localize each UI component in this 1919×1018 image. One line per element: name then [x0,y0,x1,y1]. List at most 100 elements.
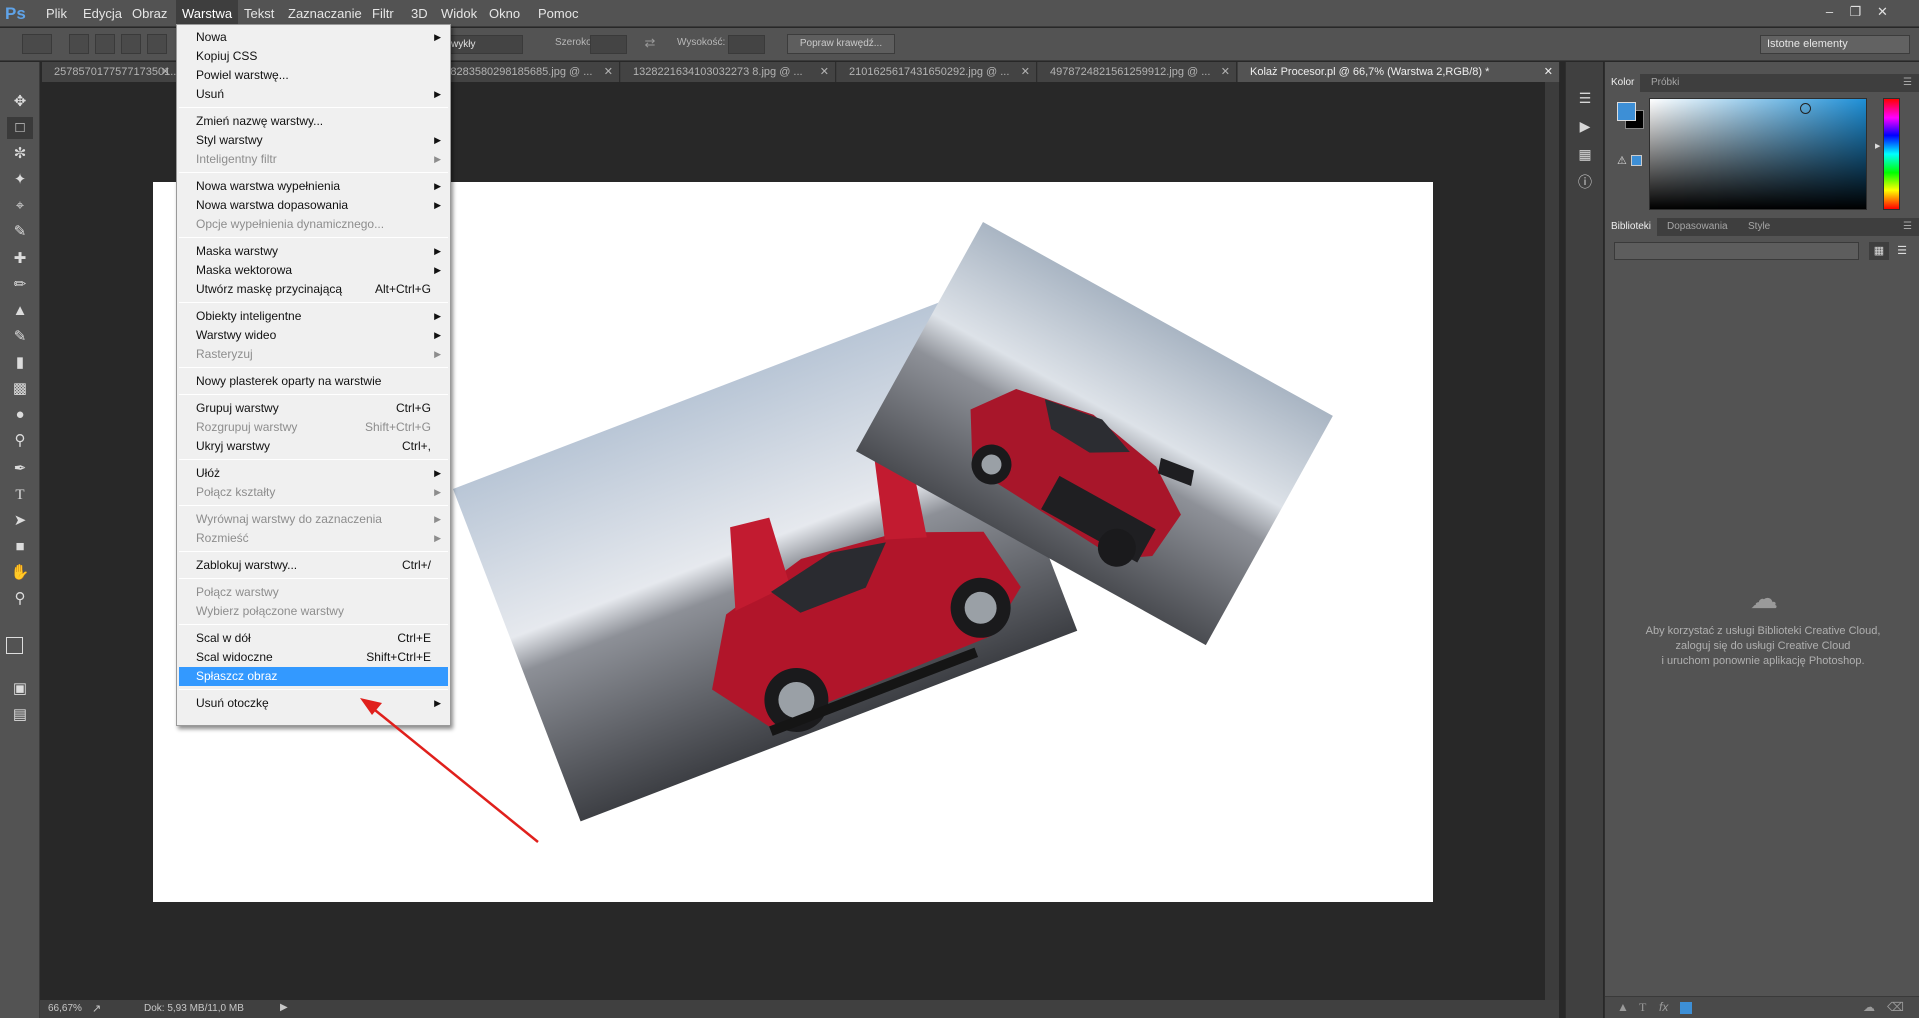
menu-item[interactable]: Scal widoczne Shift+Ctrl+E [179,648,448,667]
menu-plik[interactable]: Plik [40,0,73,27]
menu-widok[interactable]: Widok [435,0,483,27]
close-tab-icon[interactable]: ✕ [1221,62,1230,82]
lasso-tool-icon[interactable]: ✼ [7,143,33,165]
zoom-level[interactable]: 66,67% [48,1003,82,1014]
color-field[interactable] [1649,98,1867,210]
menu-item[interactable]: Warstwy wideo ▶ [179,326,448,345]
dodge-tool-icon[interactable]: ⚲ [7,430,33,452]
history-brush-icon[interactable]: ✎ [7,326,33,348]
hue-slider-marker[interactable]: ▶ [1875,142,1880,150]
menu-item[interactable]: Nowa warstwa dopasowania ▶ [179,196,448,215]
list-view-icon[interactable]: ☰ [1892,242,1912,260]
subtract-selection-icon[interactable] [121,34,141,54]
add-color-icon[interactable] [1680,1002,1692,1014]
quick-mask-icon[interactable]: ▣ [7,678,33,700]
export-icon[interactable]: ↗ [92,1002,101,1015]
workspace-select[interactable]: Istotne elementy [1760,35,1910,54]
menu-item[interactable]: Zmień nazwę warstwy... [179,112,448,131]
menu-item[interactable]: Spłaszcz obraz [179,667,448,686]
pen-tool-icon[interactable]: ✒ [7,458,33,480]
canvas-vertical-scrollbar[interactable] [1545,82,1559,1000]
height-input[interactable] [728,35,765,54]
close-tab-icon[interactable]: ✕ [604,62,613,82]
menu-item[interactable]: Maska warstwy ▶ [179,242,448,261]
add-graphic-icon[interactable]: ▲ [1617,1000,1629,1014]
rectangle-tool-icon[interactable]: ■ [7,536,33,558]
restore-icon[interactable]: ❐ [1845,3,1866,20]
close-tab-icon[interactable]: ✕ [161,62,170,82]
brush-tool-icon[interactable]: ✏ [7,274,33,296]
foreground-color-swatch[interactable] [1617,102,1636,121]
path-selection-icon[interactable]: ➤ [7,510,33,532]
marquee-preset-picker[interactable] [22,34,52,54]
menu-item[interactable]: Styl warstwy ▶ [179,131,448,150]
close-tab-icon[interactable]: ✕ [1021,62,1030,82]
actions-panel-icon[interactable]: ▶ [1575,116,1595,136]
marquee-tool-icon[interactable]: □ [7,117,33,139]
info-panel-icon[interactable]: ⓘ [1575,172,1595,192]
tab-style[interactable]: Style [1742,218,1776,236]
status-menu-arrow-icon[interactable]: ▶ [280,1002,288,1013]
properties-panel-icon[interactable]: ▦ [1575,144,1595,164]
menu-item[interactable]: Nowy plasterek oparty na warstwie [179,372,448,391]
menu-item[interactable]: Usuń otoczkę ▶ [179,694,448,713]
menu-item[interactable]: Utwórz maskę przycinającą Alt+Ctrl+G [179,280,448,299]
menu-item[interactable]: Zablokuj warstwy... Ctrl+/ [179,556,448,575]
menu-item[interactable]: Powiel warstwę... [179,66,448,85]
move-tool-icon[interactable]: ✥ [7,91,33,113]
document-tab[interactable]: 2578570177577173501... ✕ [42,62,177,82]
crop-tool-icon[interactable]: ⌖ [7,195,33,217]
menu-tekst[interactable]: Tekst [238,0,280,27]
menu-pomoc[interactable]: Pomoc [532,0,584,27]
zoom-tool-icon[interactable]: ⚲ [7,588,33,610]
menu-item[interactable]: Usuń ▶ [179,85,448,104]
new-selection-icon[interactable] [69,34,89,54]
menu-item[interactable]: Nowa ▶ [179,28,448,47]
quick-selection-icon[interactable]: ✦ [7,169,33,191]
hue-slider[interactable] [1883,98,1900,210]
menu-obraz[interactable]: Obraz [126,0,173,27]
menu-item[interactable]: Scal w dół Ctrl+E [179,629,448,648]
menu-item[interactable]: Ułóż ▶ [179,464,448,483]
menu-zaznaczanie[interactable]: Zaznaczanie [282,0,368,27]
menu-filtr[interactable]: Filtr [366,0,400,27]
library-select[interactable] [1614,242,1859,260]
screen-mode-icon[interactable]: ▤ [7,704,33,726]
panel-menu-icon[interactable]: ☰ [1897,218,1918,236]
add-layer-style-icon[interactable]: fx [1659,1000,1668,1014]
clone-stamp-icon[interactable]: ▲ [7,300,33,322]
add-character-style-icon[interactable]: T [1639,1000,1646,1015]
menu-okno[interactable]: Okno [483,0,526,27]
add-selection-icon[interactable] [95,34,115,54]
blur-tool-icon[interactable]: ● [7,404,33,426]
menu-item[interactable]: Nowa warstwa wypełnienia ▶ [179,177,448,196]
menu-item[interactable]: Obiekty inteligentne ▶ [179,307,448,326]
style-select[interactable]: wykły [447,35,523,54]
color-picker-marker[interactable] [1800,103,1811,114]
menu-item[interactable]: Maska wektorowa ▶ [179,261,448,280]
web-safe-color-swatch[interactable] [1631,155,1642,166]
healing-brush-icon[interactable]: ✚ [7,248,33,270]
document-tab[interactable]: 4978724821561259912.jpg @ ... ✕ [1038,62,1237,82]
history-panel-icon[interactable]: ☰ [1575,88,1595,108]
close-icon[interactable]: ✕ [1872,3,1893,20]
tab-kolor[interactable]: Kolor [1605,74,1641,92]
trash-icon[interactable]: ⌫ [1887,1000,1904,1014]
swap-dimensions-icon[interactable]: ⇄ [640,34,660,54]
width-input[interactable] [590,35,627,54]
menu-item[interactable]: Grupuj warstwy Ctrl+G [179,399,448,418]
close-tab-icon[interactable]: ✕ [1544,62,1553,82]
tab-dopasowania[interactable]: Dopasowania [1661,218,1734,236]
menu-item[interactable]: Kopiuj CSS [179,47,448,66]
menu-3d[interactable]: 3D [405,0,434,27]
hand-tool-icon[interactable]: ✋ [7,562,33,584]
menu-edycja[interactable]: Edycja [77,0,128,27]
refine-edge-button[interactable]: Popraw krawędź... [787,34,895,54]
grid-view-icon[interactable]: ▦ [1869,242,1889,260]
eraser-tool-icon[interactable]: ▮ [7,352,33,374]
tab-probki[interactable]: Próbki [1645,74,1685,92]
panel-menu-icon[interactable]: ☰ [1897,74,1918,92]
type-tool-icon[interactable]: T [7,484,33,506]
sync-icon[interactable]: ☁ [1863,1000,1875,1014]
tab-biblioteki[interactable]: Biblioteki [1605,218,1658,236]
